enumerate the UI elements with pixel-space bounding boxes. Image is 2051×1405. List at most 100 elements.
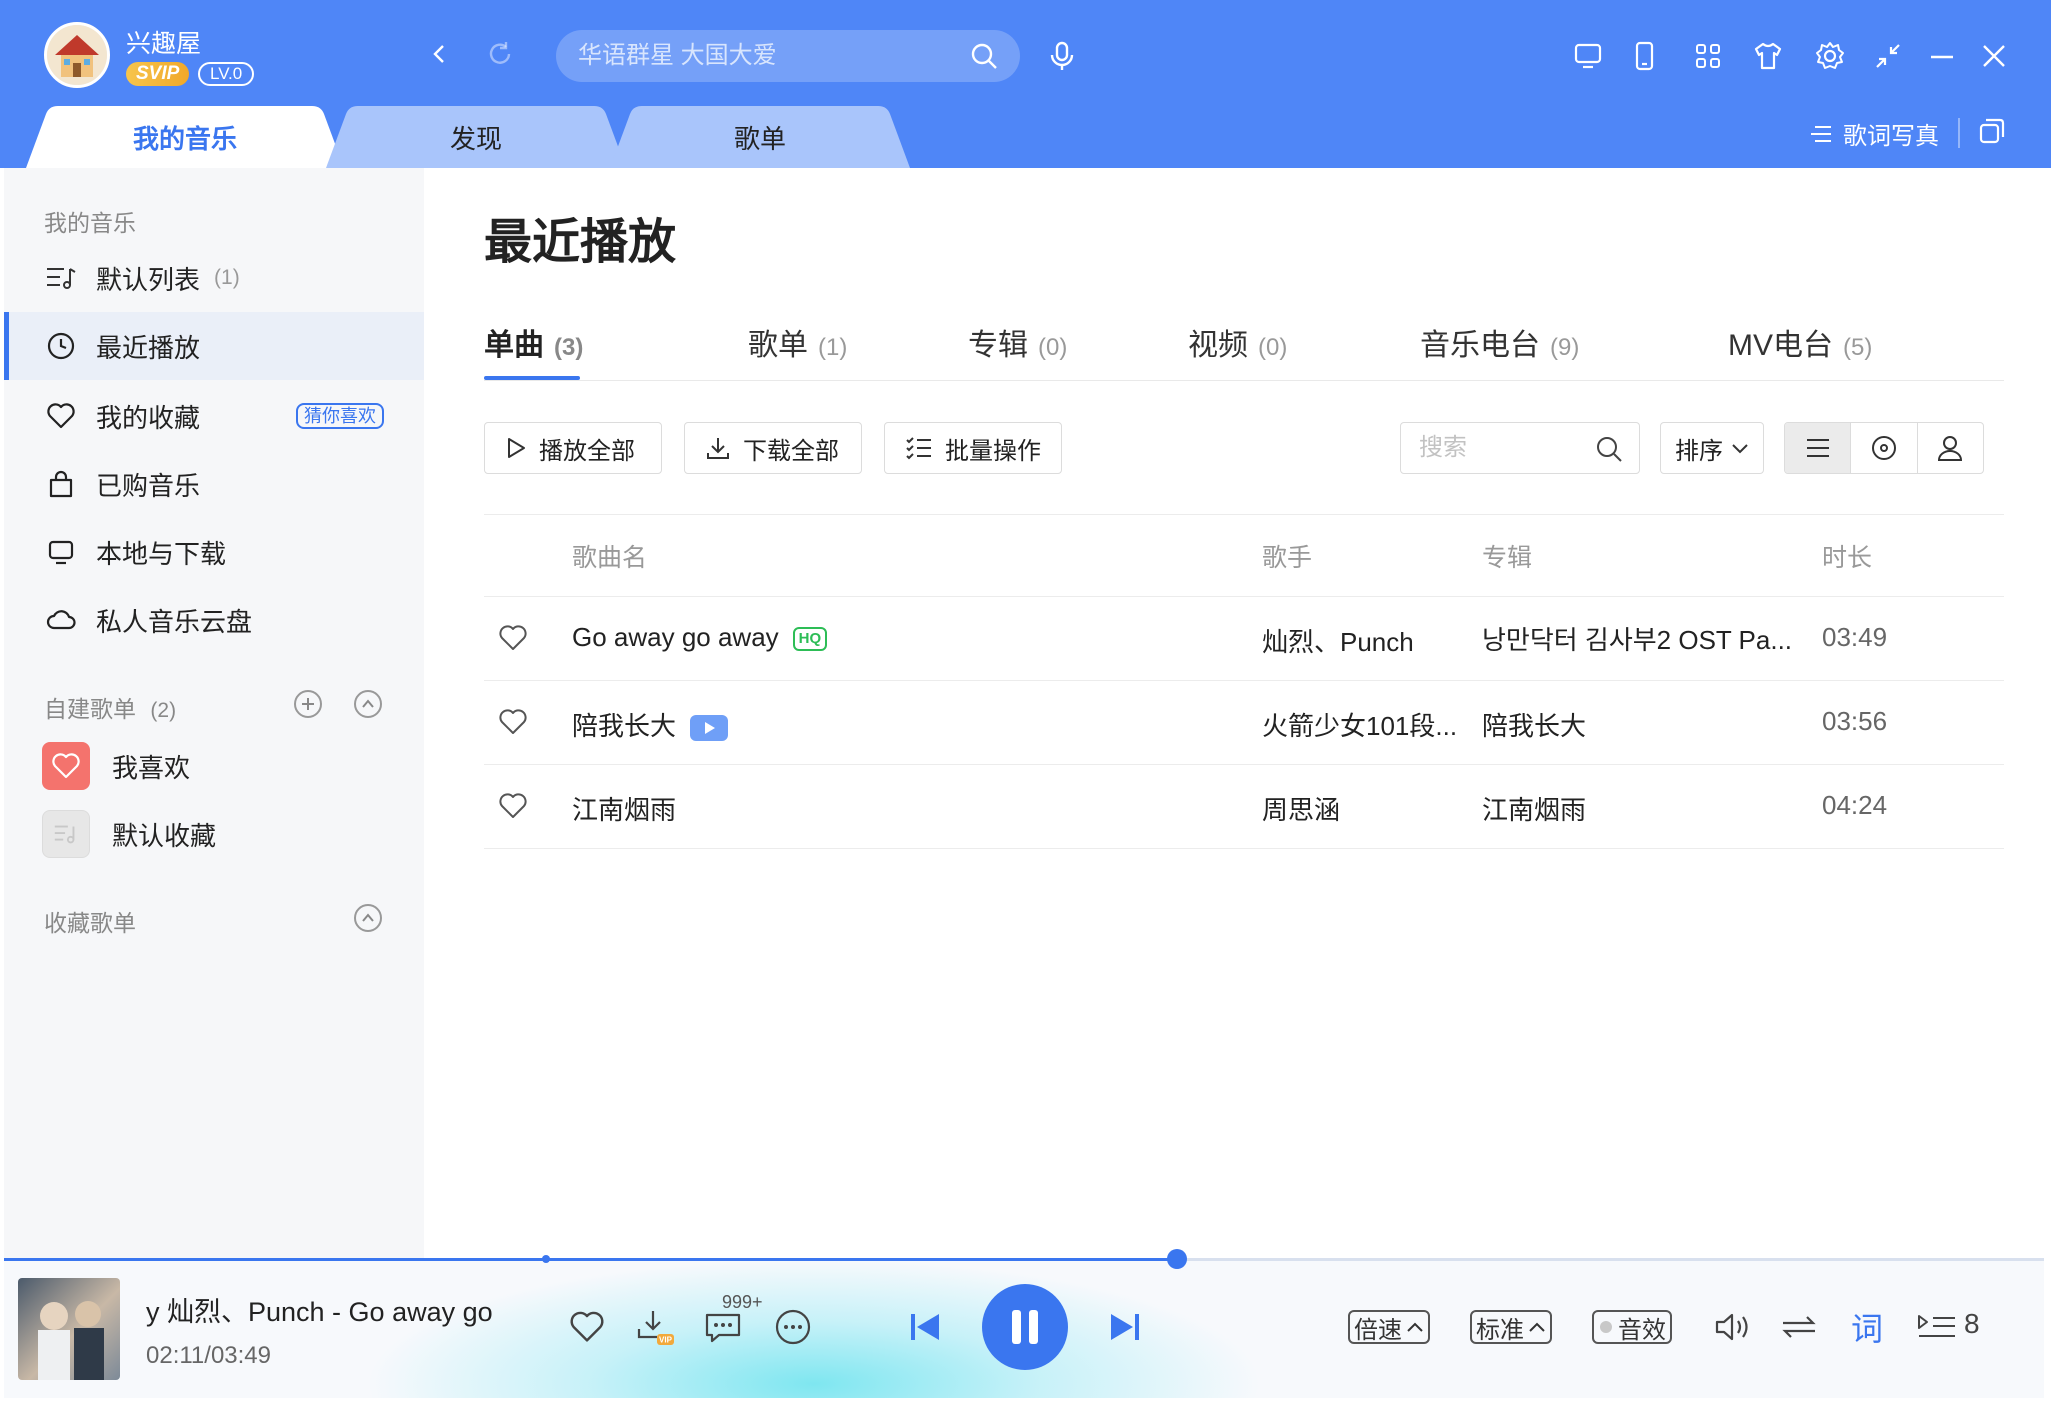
like-button[interactable] [498, 624, 528, 652]
now-playing-title[interactable]: y 灿烈、Punch - Go away go [146, 1290, 536, 1329]
tab-playlists[interactable]: 歌单 (1) [748, 320, 847, 364]
artist-cell[interactable]: 周思涵 [1262, 790, 1340, 827]
sidebar-item-purchased[interactable]: 已购音乐 [4, 452, 424, 516]
quality-button[interactable]: 标准 [1470, 1310, 1552, 1344]
heart-icon [570, 1311, 604, 1342]
list-view-button[interactable] [1785, 423, 1852, 473]
lyric-photo-button[interactable]: 歌词写真 [1811, 116, 1939, 151]
speed-label: 倍速 [1354, 1316, 1402, 1344]
sort-dropdown[interactable]: 排序 [1660, 422, 1764, 474]
window-mode-button[interactable] [1977, 116, 2009, 148]
tab-radio[interactable]: 音乐电台 (9) [1420, 320, 1579, 364]
monitor-icon [1574, 43, 1602, 69]
song-title-cell[interactable]: 江南烟雨 [572, 790, 676, 827]
lyrics-button[interactable]: 词 [1846, 1306, 1888, 1348]
tab-songs[interactable]: 单曲 (3) [484, 320, 583, 364]
tab-count: (0) [1258, 334, 1288, 361]
mini-player-button[interactable] [1870, 38, 1906, 74]
effect-label: 音效 [1618, 1316, 1666, 1344]
speed-button[interactable]: 倍速 [1348, 1310, 1430, 1344]
phone-button[interactable] [1626, 38, 1662, 74]
column-header-artist[interactable]: 歌手 [1262, 538, 1312, 574]
previous-button[interactable] [904, 1306, 946, 1348]
guess-you-like-badge[interactable]: 猜你喜欢 [296, 403, 384, 429]
avatar[interactable] [44, 22, 110, 88]
download-all-button[interactable]: 下载全部 [684, 422, 862, 474]
collapse-custom-button[interactable] [354, 690, 382, 718]
apps-button[interactable] [1690, 38, 1726, 74]
song-title-cell[interactable]: Go away go away HQ [572, 622, 828, 653]
album-cell[interactable]: 陪我长大 [1482, 706, 1586, 743]
back-button[interactable] [422, 36, 458, 72]
playlist-item-liked[interactable]: 我喜欢 [42, 736, 190, 796]
skin-button[interactable] [1750, 38, 1786, 74]
sidebar-item-favorites[interactable]: 我的收藏 猜你喜欢 [4, 384, 424, 448]
level-badge[interactable]: LV.0 [198, 62, 255, 86]
collapse-icon [1876, 44, 1900, 68]
close-button[interactable] [1976, 38, 2012, 74]
like-button[interactable] [498, 708, 528, 736]
column-header-album[interactable]: 专辑 [1482, 538, 1532, 574]
tab-albums[interactable]: 专辑 (0) [968, 320, 1067, 364]
sidebar-item-cloud[interactable]: 私人音乐云盘 [4, 588, 424, 652]
column-header-duration[interactable]: 时长 [1822, 538, 1872, 574]
heart-icon [499, 793, 527, 818]
like-button[interactable] [498, 792, 528, 820]
album-view-button[interactable] [1851, 423, 1918, 473]
settings-button[interactable] [1812, 38, 1848, 74]
desktop-lyrics-button[interactable] [1570, 38, 1606, 74]
minimize-button[interactable] [1924, 38, 1960, 74]
artist-view-button[interactable] [1918, 423, 1983, 473]
list-search-input[interactable] [1419, 423, 1589, 473]
play-all-button[interactable]: 播放全部 [484, 422, 662, 474]
album-cell[interactable]: 낭만닥터 김사부2 OST Pa... [1482, 620, 1812, 657]
sidebar-item-local[interactable]: 本地与下载 [4, 520, 424, 584]
column-header-name[interactable]: 歌曲名 [572, 538, 647, 574]
volume-button[interactable] [1712, 1306, 1754, 1348]
chevron-up-icon [362, 699, 374, 708]
tab-playlists[interactable]: 歌单 [610, 106, 910, 168]
tab-videos[interactable]: 视频 (0) [1188, 320, 1287, 364]
add-playlist-button[interactable] [294, 690, 322, 718]
tab-count: (1) [818, 334, 848, 361]
mv-play-icon[interactable] [690, 715, 729, 742]
sidebar-item-recent[interactable]: 最近播放 [4, 312, 424, 380]
sound-effect-button[interactable]: 音效 [1592, 1310, 1672, 1344]
pause-button[interactable] [982, 1284, 1068, 1370]
custom-playlists-count: (2) [150, 699, 177, 722]
tab-mv-radio[interactable]: MV电台 (5) [1728, 320, 1872, 364]
list-search[interactable] [1400, 422, 1640, 474]
download-current-button[interactable]: VIP [634, 1306, 676, 1348]
refresh-button[interactable] [482, 36, 518, 72]
queue-count: 8 [1964, 1308, 1980, 1339]
tab-label: 我的音乐 [132, 123, 237, 154]
sidebar-item-count: (1) [214, 266, 240, 289]
global-search-input[interactable] [578, 30, 958, 82]
like-current-button[interactable] [566, 1306, 608, 1348]
repeat-mode-button[interactable] [1778, 1306, 1820, 1348]
collapse-collected-button[interactable] [354, 904, 382, 932]
playlist-queue-button[interactable] [1912, 1306, 1960, 1348]
more-button[interactable] [772, 1306, 814, 1348]
artist-cell[interactable]: 灿烈、Punch [1262, 622, 1414, 659]
batch-operation-button[interactable]: 批量操作 [884, 422, 1062, 474]
progress-handle[interactable] [1167, 1249, 1187, 1269]
album-cover[interactable] [18, 1278, 120, 1380]
search-icon[interactable] [1595, 435, 1623, 463]
artist-cell[interactable]: 火箭少女101段... [1262, 706, 1457, 743]
table-row[interactable] [484, 765, 2004, 848]
tab-discover[interactable]: 发现 [326, 106, 626, 168]
microphone-icon [1050, 41, 1074, 70]
next-button[interactable] [1104, 1306, 1146, 1348]
global-search[interactable] [556, 30, 1020, 82]
search-icon[interactable] [970, 42, 998, 70]
playlist-item-default-collection[interactable]: 默认收藏 [42, 804, 216, 864]
song-title-cell[interactable]: 陪我长大 [572, 706, 729, 743]
tab-my-music[interactable]: 我的音乐 [26, 106, 344, 168]
sidebar-item-default-list[interactable]: 默认列表 (1) [4, 246, 424, 310]
sidebar-section-title: 我的音乐 [44, 210, 136, 236]
voice-search-button[interactable] [1044, 38, 1080, 74]
svip-badge[interactable]: SVIP [126, 62, 190, 86]
album-cell[interactable]: 江南烟雨 [1482, 790, 1586, 827]
username[interactable]: 兴趣屋 [126, 24, 201, 60]
